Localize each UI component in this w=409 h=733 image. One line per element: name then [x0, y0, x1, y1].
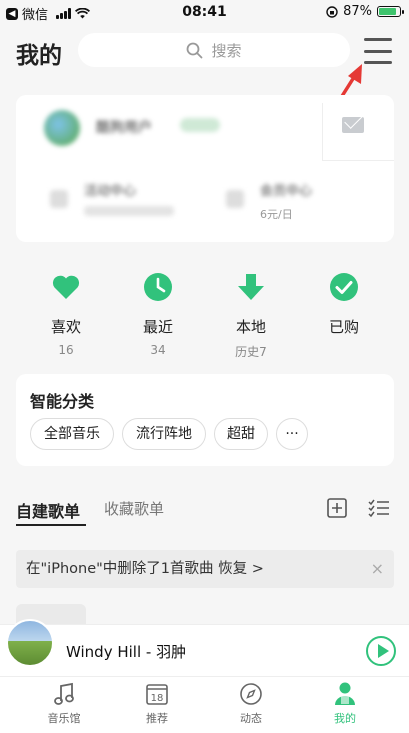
- mini-player[interactable]: [0, 624, 409, 677]
- download-icon: [238, 274, 264, 300]
- activity-label[interactable]: 活动中心: [84, 180, 136, 199]
- user-icon: [335, 682, 355, 705]
- nav-label: 推荐: [146, 712, 168, 725]
- mail-icon[interactable]: [342, 117, 364, 133]
- manage-list-icon[interactable]: [368, 498, 390, 518]
- tab-created-playlists[interactable]: 自建歌单: [16, 498, 80, 522]
- nav-label: 动态: [240, 712, 262, 725]
- chip-more[interactable]: ···: [276, 418, 308, 450]
- profile-divider-h: [322, 160, 394, 161]
- calendar-icon: 18: [146, 684, 168, 705]
- check-circle-icon: [330, 273, 358, 301]
- album-cover[interactable]: [6, 619, 54, 667]
- member-label[interactable]: 会员中心: [260, 180, 312, 199]
- search-placeholder: 搜索: [211, 41, 242, 60]
- chip-pop[interactable]: 流行阵地: [122, 418, 206, 450]
- nav-recommend[interactable]: 18 推荐: [127, 680, 187, 726]
- now-playing-title[interactable]: Windy Hill - 羽肿: [66, 641, 186, 662]
- tab-underline: [16, 524, 86, 526]
- member-icon: [226, 190, 244, 208]
- profile-divider: [322, 103, 323, 160]
- stat-count: 历史7: [235, 345, 267, 359]
- stat-liked[interactable]: 喜欢 16: [31, 272, 101, 357]
- member-price: 6元/日: [260, 208, 293, 221]
- status-right: 87%: [326, 4, 404, 19]
- nav-label: 我的: [334, 712, 356, 725]
- nav-mine[interactable]: 我的: [315, 680, 375, 726]
- battery-percent: 87%: [343, 4, 372, 19]
- heart-icon: [52, 275, 80, 299]
- battery-icon: [377, 6, 404, 17]
- search-icon: [187, 42, 203, 58]
- stat-count: 34: [150, 343, 166, 357]
- avatar[interactable]: [44, 110, 80, 146]
- stat-purchased[interactable]: 已购: [309, 272, 379, 343]
- chip-all-music[interactable]: 全部音乐: [30, 418, 114, 450]
- stat-label: 本地: [235, 318, 266, 336]
- search-bar[interactable]: 搜索: [78, 33, 350, 67]
- stat-count: 16: [58, 343, 74, 357]
- play-icon[interactable]: [366, 636, 396, 666]
- vip-badge: [180, 118, 220, 132]
- activity-icon: [50, 190, 68, 208]
- orientation-lock-icon: [326, 5, 338, 18]
- page-title: 我的: [16, 43, 62, 69]
- smart-classify-title: 智能分类: [30, 392, 95, 411]
- stat-local[interactable]: 本地 历史7: [216, 272, 286, 360]
- activity-sub: [84, 206, 174, 216]
- music-note-icon: [54, 682, 74, 705]
- delete-notice[interactable]: 在"iPhone"中删除了1首歌曲 恢复 > ×: [16, 550, 394, 588]
- close-icon[interactable]: ×: [371, 550, 384, 588]
- tab-collected-playlists[interactable]: 收藏歌单: [104, 498, 164, 519]
- nav-feed[interactable]: 动态: [221, 680, 281, 726]
- clock-icon: [144, 273, 172, 301]
- stat-label: 最近: [142, 318, 173, 336]
- calendar-badge: 18: [151, 693, 164, 704]
- stat-label: 已购: [328, 318, 359, 336]
- compass-icon: [240, 683, 262, 705]
- stat-label: 喜欢: [50, 318, 81, 336]
- nav-label: 音乐馆: [47, 712, 81, 725]
- add-playlist-icon[interactable]: [327, 498, 347, 518]
- stat-recent[interactable]: 最近 34: [123, 272, 193, 357]
- notice-text[interactable]: 在"iPhone"中删除了1首歌曲 恢复 >: [26, 550, 264, 588]
- username: 酷狗用户: [96, 120, 152, 136]
- nav-music-hall[interactable]: 音乐馆: [34, 680, 94, 726]
- status-bar: ◀ 微信 08:41 87%: [0, 0, 409, 24]
- chip-sweet[interactable]: 超甜: [214, 418, 268, 450]
- menu-icon[interactable]: [364, 38, 392, 64]
